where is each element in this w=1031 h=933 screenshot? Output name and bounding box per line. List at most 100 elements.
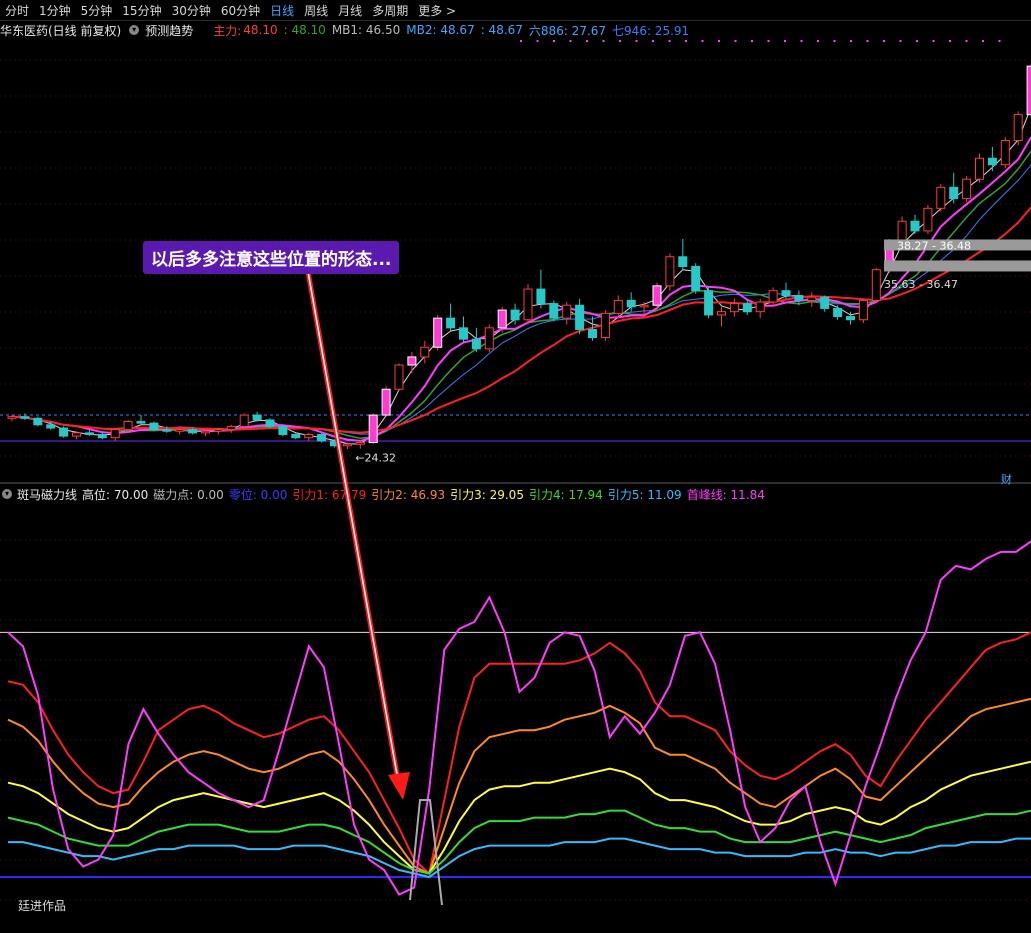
finance-tab[interactable]: 财 xyxy=(1001,471,1012,487)
timeframe-tab[interactable]: 分时 xyxy=(0,2,34,19)
chart-canvas: ←24.32 38.27 - 36.48 35.63 - 36.47 xyxy=(0,40,1031,906)
candle-body xyxy=(446,317,456,329)
candle-body xyxy=(613,299,623,314)
timeframe-tab[interactable]: 15分钟 xyxy=(117,2,166,19)
candle-body xyxy=(626,299,636,308)
candle-body xyxy=(1000,139,1010,166)
candle-body xyxy=(717,311,726,316)
candle-body xyxy=(858,299,868,321)
zhuli-secondary: : 48.10 xyxy=(283,23,326,37)
forecast-dot xyxy=(965,40,968,42)
timeframe-tab[interactable]: 周线 xyxy=(299,2,333,19)
timeframe-tab[interactable]: 日线 xyxy=(265,2,299,19)
candle-body xyxy=(175,429,185,432)
candle-body xyxy=(355,442,365,445)
candle-body xyxy=(742,303,752,313)
callout-arrow-highlight xyxy=(306,265,399,781)
forecast-dot xyxy=(734,40,737,42)
indicator-lines xyxy=(0,540,1031,906)
indicator-menu-icon[interactable]: ▾ xyxy=(2,489,12,499)
timeframe-tab[interactable]: 多周期 xyxy=(367,2,413,19)
candle-body xyxy=(7,416,17,419)
candle-body xyxy=(704,290,714,316)
candle-body xyxy=(949,186,959,200)
timeframe-tab[interactable]: 月线 xyxy=(333,2,367,19)
zhuli-value: 48.10 xyxy=(243,23,278,37)
forecast-dot xyxy=(949,40,951,42)
candle-body xyxy=(471,338,481,350)
yinli4-value: 引力4: 17.94 xyxy=(528,487,603,502)
candle-body xyxy=(317,433,327,442)
candle-body xyxy=(72,432,81,437)
forecast-dot xyxy=(784,40,786,42)
yinli3-value: 引力3: 29.05 xyxy=(450,487,524,502)
forecast-dot xyxy=(767,40,770,42)
forecast-dot xyxy=(833,40,836,42)
candle-body xyxy=(433,317,443,348)
candle-body xyxy=(252,414,262,421)
candle-body xyxy=(975,157,984,180)
candle-body xyxy=(394,364,404,390)
timeframe-tab[interactable]: 30分钟 xyxy=(167,2,216,19)
indicator-name[interactable]: 斑马磁力线 xyxy=(17,486,77,503)
candle-body xyxy=(265,419,275,427)
timeframe-tab[interactable]: 1分钟 xyxy=(34,2,76,19)
candle-body xyxy=(510,309,520,321)
timeframe-toolbar: 分时 1分钟 5分钟 15分钟 30分钟 60分钟 日线 周线 月线 多周期 更多 > xyxy=(0,0,1031,21)
forecast-dot xyxy=(520,40,522,42)
forecast-dot xyxy=(602,40,605,42)
yinli1-value: 引力1: 67.79 xyxy=(292,487,367,502)
mb2-value: MB2: 48.67 xyxy=(406,23,475,37)
range-band xyxy=(884,260,1031,272)
annotation-arrows xyxy=(304,265,410,800)
candle-body xyxy=(562,304,572,319)
callout-arrow-head xyxy=(388,772,410,800)
timeframe-tab[interactable]: 更多 > xyxy=(413,2,461,19)
candle-body xyxy=(652,285,662,306)
candle-body xyxy=(342,443,352,447)
lingwei-value: 零位: 0.00 xyxy=(228,487,288,502)
forecast-dot xyxy=(998,40,1001,42)
indicator-line xyxy=(7,760,1031,875)
forecast-dot xyxy=(899,40,902,42)
qi-value: 七946: 25.91 xyxy=(612,23,690,38)
candle-body xyxy=(46,424,56,429)
low-price-label: ←24.32 xyxy=(355,452,396,465)
candle-body xyxy=(575,304,585,330)
forecast-dot xyxy=(619,40,621,42)
range-label-lower: 35.63 - 36.47 xyxy=(884,278,958,291)
candle-body xyxy=(936,186,946,209)
candle-body xyxy=(910,220,920,232)
forecast-toggle-icon[interactable]: ▾ xyxy=(129,25,140,35)
timeframe-tab[interactable]: 5分钟 xyxy=(76,2,118,19)
candle-body xyxy=(600,312,610,339)
mb1-value: MB1: 46.50 xyxy=(331,23,401,37)
timeframe-tab[interactable]: 60分钟 xyxy=(216,2,265,19)
candle-body xyxy=(201,430,210,434)
candle-body xyxy=(84,432,94,435)
stock-title[interactable]: 华东医药(日线 前复权) xyxy=(0,22,121,39)
candle-body xyxy=(794,295,804,301)
forecast-dot xyxy=(685,40,687,42)
shoufeng-value: 首峰线: 11.84 xyxy=(686,487,765,502)
candle-body xyxy=(59,427,69,437)
forecast-dot xyxy=(932,40,935,42)
yinli5-value: 引力5: 11.09 xyxy=(607,487,682,502)
callout-note: 以后多多注意这些位置的形态... xyxy=(143,241,400,274)
candle-body xyxy=(213,429,223,432)
forecast-dot xyxy=(800,40,803,42)
candle-body xyxy=(768,290,778,303)
forecast-button[interactable]: 预测趋势 xyxy=(145,22,193,39)
indicator-header: ▾ 斑马磁力线 高位: 70.00 磁力点: 0.00 零位: 0.00 引力1… xyxy=(0,486,770,502)
candle-body xyxy=(729,303,739,313)
forecast-dot xyxy=(718,40,720,42)
candle-body xyxy=(923,207,933,232)
candle-body xyxy=(549,303,559,319)
candle-body xyxy=(239,414,249,427)
forecast-dot xyxy=(817,40,819,42)
candle-body xyxy=(420,346,430,358)
price-grid xyxy=(0,40,1031,901)
indicator-line xyxy=(8,837,1031,879)
forecast-dot xyxy=(916,40,918,42)
forecast-dot xyxy=(652,40,654,42)
